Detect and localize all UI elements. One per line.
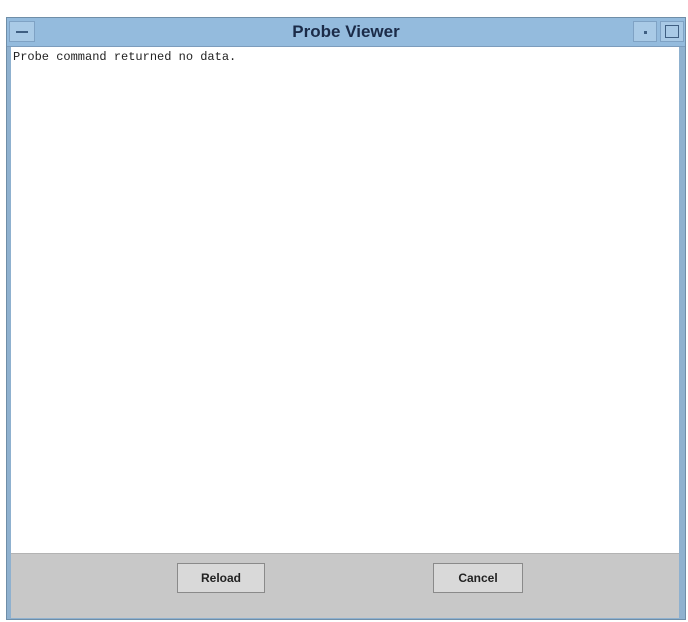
maximize-button[interactable] [660,21,684,42]
button-bar: Reload Cancel [11,553,679,618]
cancel-button[interactable]: Cancel [433,563,523,593]
minimize-button[interactable] [633,21,657,42]
minimize-icon [644,31,647,34]
title-bar[interactable]: Probe Viewer [7,18,685,47]
maximize-icon [665,25,679,38]
output-text-area[interactable]: Probe command returned no data. [11,47,679,553]
output-message: Probe command returned no data. [13,50,237,64]
reload-button[interactable]: Reload [177,563,265,593]
window-title: Probe Viewer [292,22,400,41]
probe-viewer-window: Probe Viewer Probe command returned no d… [6,17,686,620]
